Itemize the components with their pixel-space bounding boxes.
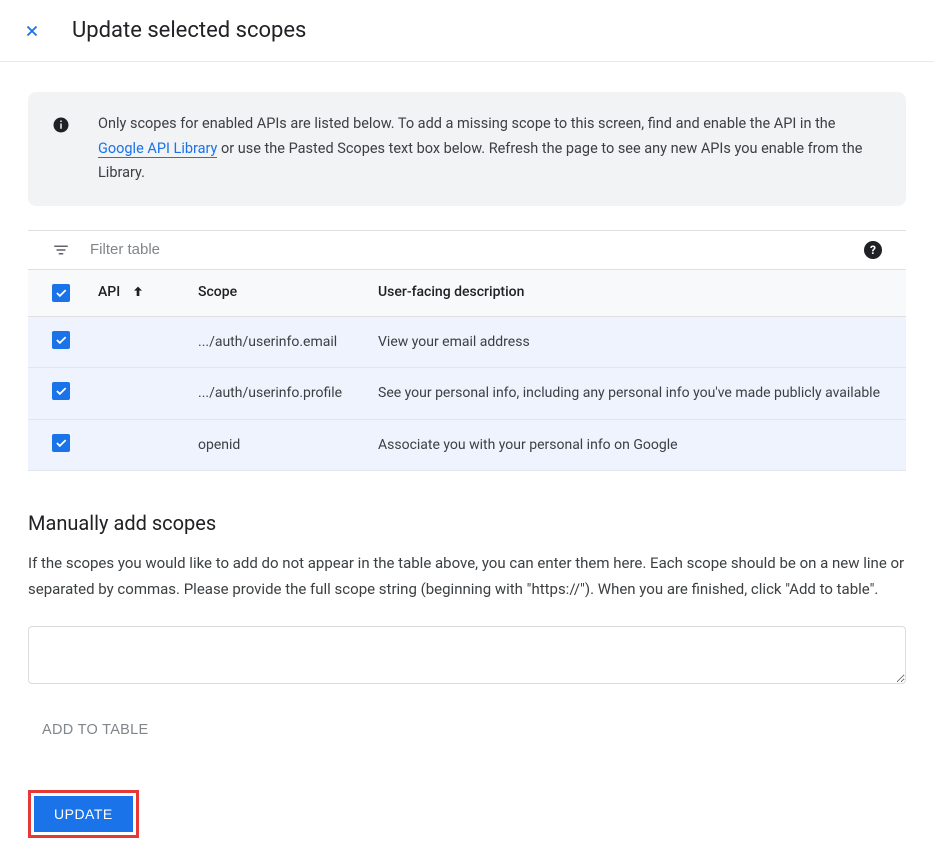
dialog-header: Update selected scopes — [0, 0, 934, 62]
row-description: See your personal info, including any pe… — [368, 368, 906, 419]
row-scope: openid — [188, 419, 368, 470]
row-scope: .../auth/userinfo.profile — [188, 368, 368, 419]
check-icon — [54, 286, 68, 300]
table-row: .../auth/userinfo.profile See your perso… — [28, 368, 906, 419]
close-icon — [23, 22, 41, 40]
row-checkbox[interactable] — [52, 382, 70, 400]
description-header[interactable]: User-facing description — [368, 269, 906, 316]
manual-add-description: If the scopes you would like to add do n… — [28, 551, 906, 602]
close-button[interactable] — [20, 19, 44, 43]
add-to-table-button[interactable]: ADD TO TABLE — [28, 712, 162, 748]
filter-icon — [52, 241, 70, 259]
scope-header[interactable]: Scope — [188, 269, 368, 316]
select-all-checkbox[interactable] — [52, 284, 70, 302]
info-banner: Only scopes for enabled APIs are listed … — [28, 92, 906, 206]
table-row: openid Associate you with your personal … — [28, 419, 906, 470]
table-row: .../auth/userinfo.email View your email … — [28, 316, 906, 367]
manual-scopes-textarea[interactable] — [28, 626, 906, 684]
row-checkbox[interactable] — [52, 331, 70, 349]
scopes-table: API Scope User-facing description .../au… — [28, 269, 906, 471]
row-checkbox[interactable] — [52, 434, 70, 452]
help-icon[interactable]: ? — [864, 241, 882, 259]
api-library-link[interactable]: Google API Library — [98, 140, 217, 158]
api-header[interactable]: API — [98, 284, 120, 300]
update-button[interactable]: UPDATE — [34, 796, 133, 832]
update-button-highlight: UPDATE — [28, 790, 139, 838]
info-text-before: Only scopes for enabled APIs are listed … — [98, 115, 835, 132]
row-description: Associate you with your personal info on… — [368, 419, 906, 470]
row-description: View your email address — [368, 316, 906, 367]
filter-input[interactable] — [90, 241, 844, 258]
check-icon — [54, 384, 68, 398]
check-icon — [54, 333, 68, 347]
filter-bar: ? — [28, 230, 906, 269]
row-scope: .../auth/userinfo.email — [188, 316, 368, 367]
row-api — [88, 368, 188, 419]
check-icon — [54, 436, 68, 450]
row-api — [88, 419, 188, 470]
manual-add-title: Manually add scopes — [28, 511, 906, 535]
info-icon — [52, 116, 70, 134]
row-api — [88, 316, 188, 367]
info-text: Only scopes for enabled APIs are listed … — [98, 112, 882, 186]
dialog-title: Update selected scopes — [72, 18, 306, 43]
arrow-up-icon — [130, 284, 146, 300]
